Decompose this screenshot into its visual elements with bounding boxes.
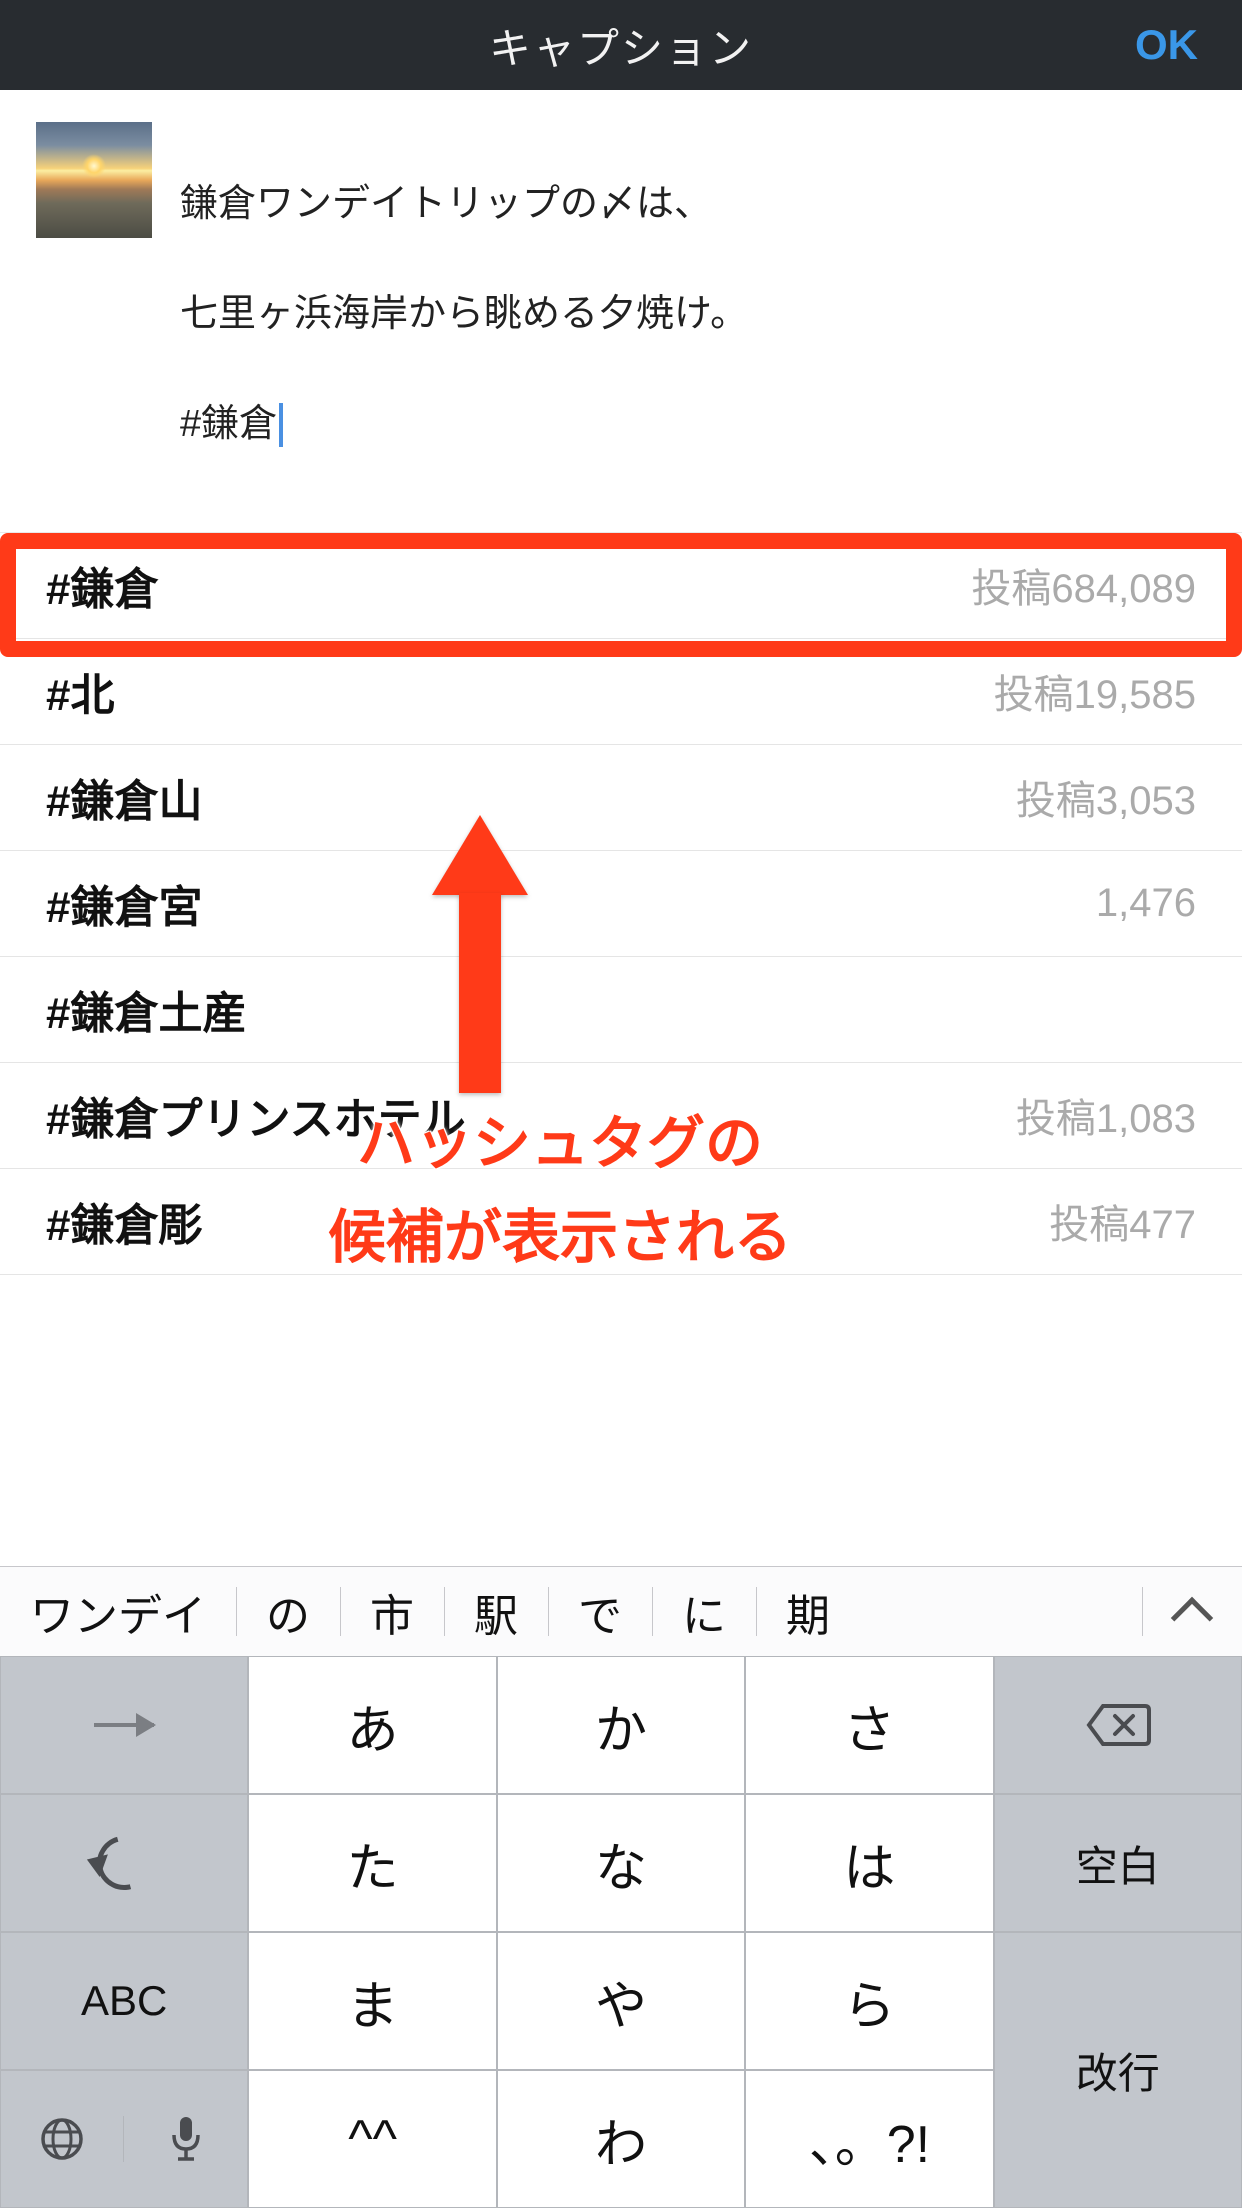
header-title: キャプション <box>489 15 753 76</box>
ok-button[interactable]: OK <box>1135 21 1198 69</box>
suggestion-count: 投稿477 <box>1049 1192 1196 1250</box>
suggestion-tag: #鎌倉 <box>46 553 158 617</box>
key-kana[interactable]: た <box>248 1794 496 1932</box>
key-kana[interactable]: か <box>497 1656 745 1794</box>
suggestion-row[interactable]: #北 投稿19,585 <box>0 639 1242 745</box>
key-mic[interactable] <box>124 2115 247 2163</box>
suggestion-count: 1,476 <box>1096 881 1196 926</box>
suggestion-row[interactable]: #鎌倉宮 1,476 <box>0 851 1242 957</box>
suggestion-tag: #鎌倉プリンスホテル <box>46 1083 466 1147</box>
caption-line: #鎌倉 <box>180 397 277 452</box>
suggestion-tag: #鎌倉土産 <box>46 977 246 1041</box>
key-kana[interactable]: ^^ <box>248 2070 496 2208</box>
key-space[interactable]: 空白 <box>994 1794 1242 1932</box>
caption-line: 七里ヶ浜海岸から眺める夕焼け。 <box>180 287 748 342</box>
key-kana[interactable]: わ <box>497 2070 745 2208</box>
key-kana[interactable]: ら <box>745 1932 993 2070</box>
suggestion-count: 投稿19,585 <box>994 662 1196 720</box>
suggestion-row[interactable]: #鎌倉土産 <box>0 957 1242 1063</box>
suggestion-row[interactable]: #鎌倉彫 投稿477 <box>0 1169 1242 1275</box>
suggestion-row[interactable]: #鎌倉プリンスホテル 投稿1,083 <box>0 1063 1242 1169</box>
key-enter[interactable]: 改行 <box>994 1932 1242 2208</box>
prediction-candidate[interactable]: 駅 <box>444 1567 548 1656</box>
header: キャプション OK <box>0 0 1242 90</box>
prediction-candidate[interactable]: 期 <box>756 1567 860 1656</box>
key-kana[interactable]: は <box>745 1794 993 1932</box>
arrow-right-icon <box>94 1723 154 1727</box>
key-kana[interactable]: や <box>497 1932 745 2070</box>
text-cursor <box>279 403 283 447</box>
keyboard: ワンデイ の 市 駅 で に 期 あ か さ た な は 空白 ABC ま や … <box>0 1566 1242 2208</box>
key-kana[interactable]: な <box>497 1794 745 1932</box>
prediction-bar: ワンデイ の 市 駅 で に 期 <box>0 1566 1242 1656</box>
prediction-candidate[interactable]: ワンデイ <box>0 1567 236 1656</box>
suggestion-tag: #北 <box>46 659 114 723</box>
keyboard-grid: あ か さ た な は 空白 ABC ま や ら 改行 <box>0 1656 1242 2208</box>
suggestion-row[interactable]: #鎌倉山 投稿3,053 <box>0 745 1242 851</box>
globe-icon <box>39 2116 85 2162</box>
key-kana[interactable]: あ <box>248 1656 496 1794</box>
suggestion-tag: #鎌倉宮 <box>46 871 202 935</box>
suggestion-count: 投稿1,083 <box>1016 1086 1196 1144</box>
suggestion-tag: #鎌倉彫 <box>46 1189 202 1253</box>
undo-icon <box>87 1826 161 1900</box>
key-kana[interactable]: さ <box>745 1656 993 1794</box>
hashtag-suggestions: #鎌倉 投稿684,089 #北 投稿19,585 #鎌倉山 投稿3,053 #… <box>0 533 1242 1275</box>
prediction-candidate[interactable]: 市 <box>340 1567 444 1656</box>
mic-icon <box>169 2115 203 2163</box>
key-globe-mic <box>0 2070 248 2208</box>
key-next[interactable] <box>0 1656 248 1794</box>
key-backspace[interactable] <box>994 1656 1242 1794</box>
prediction-candidate[interactable]: で <box>548 1567 652 1656</box>
key-globe[interactable] <box>1 2116 124 2162</box>
caption-area[interactable]: 鎌倉ワンデイトリップの〆は、 七里ヶ浜海岸から眺める夕焼け。 #鎌倉 <box>0 90 1242 533</box>
key-kana[interactable]: ま <box>248 1932 496 2070</box>
prediction-candidate[interactable]: の <box>236 1567 340 1656</box>
suggestion-row[interactable]: #鎌倉 投稿684,089 <box>0 533 1242 639</box>
prediction-expand[interactable] <box>1142 1567 1242 1656</box>
backspace-icon <box>1085 1702 1151 1748</box>
caption-line: 鎌倉ワンデイトリップの〆は、 <box>180 177 748 232</box>
photo-thumbnail[interactable] <box>36 122 152 238</box>
key-abc[interactable]: ABC <box>0 1932 248 2070</box>
caption-text[interactable]: 鎌倉ワンデイトリップの〆は、 七里ヶ浜海岸から眺める夕焼け。 #鎌倉 <box>180 122 748 508</box>
key-kana[interactable]: 、。?! <box>745 2070 993 2208</box>
suggestion-tag: #鎌倉山 <box>46 765 202 829</box>
prediction-candidate[interactable]: に <box>652 1567 756 1656</box>
key-undo[interactable] <box>0 1794 248 1932</box>
suggestion-count: 投稿3,053 <box>1016 768 1196 826</box>
chevron-up-icon <box>1171 1596 1213 1638</box>
suggestion-count: 投稿684,089 <box>971 556 1196 614</box>
